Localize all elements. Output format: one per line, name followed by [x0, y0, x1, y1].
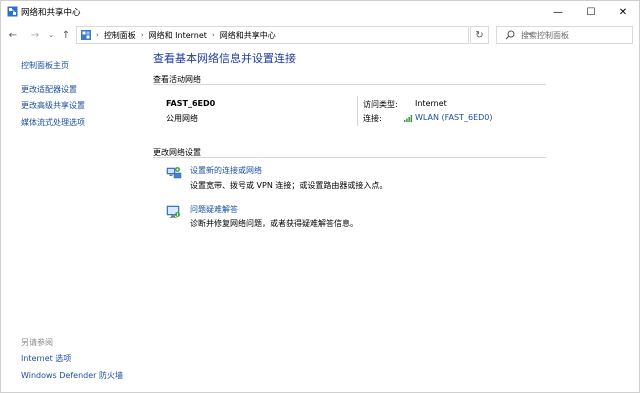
- sidebar-item-control-panel-home[interactable]: 控制面板主页: [21, 60, 69, 71]
- address-bar[interactable]: › 控制面板 › 网络和 Internet › 网络和共享中心 ⌄: [76, 26, 533, 44]
- forward-arrow-icon: →: [30, 29, 40, 41]
- connection-label: 连接:: [363, 114, 382, 123]
- troubleshoot-problems-link[interactable]: 问题疑难解答: [190, 204, 238, 215]
- refresh-icon: ↻: [475, 29, 484, 41]
- network-type-link[interactable]: 公用网络: [166, 113, 198, 124]
- close-icon: ✕: [618, 6, 628, 18]
- troubleshoot-problems-description: 诊断并修复网络问题，或者获得疑难解答信息。: [190, 219, 358, 228]
- window-title: 网络和共享中心: [21, 8, 81, 18]
- maximize-button[interactable]: ☐: [576, 1, 606, 23]
- up-arrow-icon: ↑: [61, 29, 71, 41]
- setup-new-connection-description: 设置宽带、拨号或 VPN 连接；或设置路由器或接入点。: [190, 181, 388, 190]
- title-bar: 网络和共享中心 — ☐ ✕: [1, 1, 639, 23]
- vertical-divider: [357, 96, 358, 126]
- control-panel-icon: [81, 30, 91, 40]
- windows-defender-firewall-link[interactable]: Windows Defender 防火墙: [21, 370, 123, 381]
- sidebar-item-media-streaming[interactable]: 媒体流式处理选项: [21, 117, 85, 128]
- page-title: 查看基本网络信息并设置连接: [153, 52, 296, 65]
- sidebar-item-change-adapter-settings[interactable]: 更改适配器设置: [21, 84, 77, 95]
- access-type-value: Internet: [415, 99, 447, 108]
- breadcrumb-separator: ›: [96, 31, 99, 39]
- breadcrumb-network-sharing-center[interactable]: 网络和共享中心: [220, 30, 276, 41]
- maximize-icon: ☐: [586, 6, 596, 18]
- breadcrumb-control-panel[interactable]: 控制面板: [104, 30, 136, 41]
- search-box[interactable]: [496, 26, 633, 44]
- search-input[interactable]: [521, 30, 631, 40]
- troubleshoot-icon: [166, 205, 180, 218]
- breadcrumb-separator: ›: [211, 31, 215, 39]
- network-setup-icon: [166, 167, 182, 179]
- back-arrow-icon: ←: [8, 29, 18, 41]
- network-app-icon: [7, 6, 18, 17]
- internet-options-link[interactable]: Internet 选项: [21, 353, 71, 364]
- refresh-button[interactable]: ↻: [470, 26, 489, 44]
- up-button[interactable]: ↑: [59, 27, 73, 43]
- forward-button[interactable]: →: [28, 27, 42, 43]
- sidebar-item-advanced-sharing[interactable]: 更改高级共享设置: [21, 100, 85, 111]
- breadcrumb-separator: ›: [140, 31, 144, 39]
- section-divider: [153, 84, 546, 85]
- minimize-button[interactable]: —: [543, 1, 573, 23]
- close-button[interactable]: ✕: [608, 1, 638, 23]
- navigation-bar: ← → ⌄ ↑ › 控制面板 › 网络和 Internet › 网络和共享中心 …: [1, 23, 639, 47]
- section-divider: [153, 157, 546, 158]
- see-also-heading: 另请参阅: [21, 338, 53, 347]
- setup-new-connection-link[interactable]: 设置新的连接或网络: [190, 165, 262, 176]
- breadcrumb-network-internet[interactable]: 网络和 Internet: [149, 30, 207, 41]
- chevron-down-icon: ⌄: [48, 31, 54, 39]
- connection-link[interactable]: WLAN (FAST_6ED0): [415, 113, 493, 122]
- back-button[interactable]: ←: [6, 27, 20, 43]
- recent-locations-button[interactable]: ⌄: [44, 27, 58, 43]
- access-type-label: 访问类型:: [363, 100, 398, 109]
- search-icon: [505, 30, 515, 40]
- network-name: FAST_6ED0: [166, 99, 216, 108]
- wifi-signal-icon: [404, 115, 413, 122]
- network-sharing-center-window: 网络和共享中心 — ☐ ✕ ← → ⌄ ↑ › 控制面板 › 网络和 Inter…: [0, 0, 640, 393]
- minimize-icon: —: [553, 6, 563, 18]
